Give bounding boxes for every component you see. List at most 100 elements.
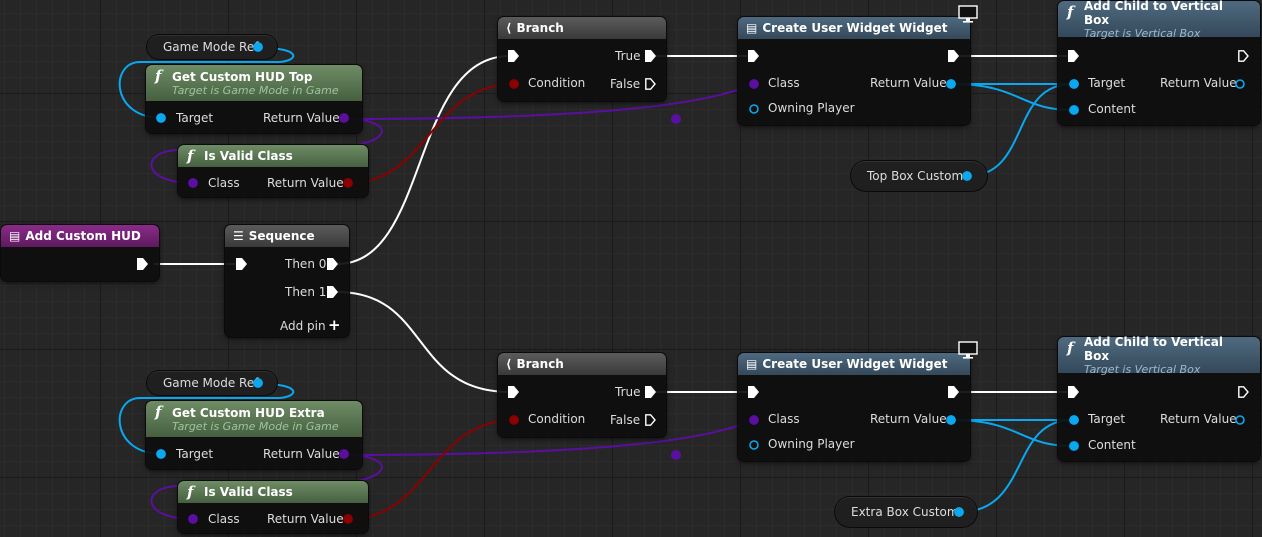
then-0-label: Then 0 [285, 257, 327, 271]
exec-out-pin-icon[interactable] [1238, 50, 1249, 62]
exec-in-pin-icon[interactable] [508, 386, 519, 398]
return-value-label: Return Value [263, 447, 340, 461]
exec-false-pin-icon[interactable] [645, 414, 656, 426]
extra-box-custom-node[interactable]: Extra Box Custom [835, 497, 977, 527]
class-label: Class [208, 512, 240, 526]
node-title: Branch [516, 357, 564, 371]
monitor-icon [958, 5, 978, 23]
function-icon: f [155, 403, 162, 421]
then-1-label: Then 1 [285, 285, 327, 299]
create-user-widget-node-top[interactable]: ▤ Create User Widget Widget Class Return… [738, 17, 970, 125]
return-object-pin-icon[interactable] [946, 79, 956, 89]
condition-label: Condition [528, 76, 586, 90]
create-user-widget-node-bottom[interactable]: ▤ Create User Widget Widget Class Return… [738, 353, 970, 461]
is-valid-class-node-bottom[interactable]: f Is Valid Class Class Return Value [178, 481, 368, 533]
get-custom-hud-top-node[interactable]: f Get Custom HUD Top Target is Game Mode… [146, 65, 362, 133]
object-pin-icon[interactable] [962, 171, 972, 181]
class-label: Class [768, 412, 800, 426]
target-pin-icon[interactable] [156, 449, 166, 459]
wire-create-ret-content-bottom [951, 419, 1073, 447]
owning-player-pin-icon[interactable] [749, 104, 759, 114]
target-label: Target [1088, 412, 1126, 426]
wire-create-ret-content-top [951, 83, 1073, 111]
function-icon: f [1067, 339, 1074, 357]
branch-node-top[interactable]: ⟨ Branch True Condition False [498, 17, 666, 101]
condition-pin-icon[interactable] [509, 415, 519, 425]
exec-in-pin-icon[interactable] [508, 50, 519, 62]
game-mode-ref-node-top[interactable]: Game Mode Ref [147, 35, 277, 59]
add-icon[interactable]: + [328, 316, 341, 334]
exec-false-pin-icon[interactable] [645, 78, 656, 90]
target-pin-icon[interactable] [156, 113, 166, 123]
sequence-icon: ☰ [233, 229, 244, 243]
return-value-label: Return Value [1160, 412, 1237, 426]
class-pin-icon[interactable] [188, 514, 198, 524]
object-pin-icon[interactable] [253, 42, 263, 52]
class-pin-icon[interactable] [749, 415, 759, 425]
exec-then0-pin-icon[interactable] [327, 258, 338, 270]
exec-in-pin-icon[interactable] [748, 50, 759, 62]
node-subtitle: Target is Game Mode in Game [172, 419, 339, 433]
exec-out-pin-icon[interactable] [948, 50, 959, 62]
add-custom-hud-event-node[interactable]: ▤ Add Custom HUD [1, 225, 159, 281]
owning-player-label: Owning Player [768, 437, 855, 451]
content-pin-icon[interactable] [1069, 441, 1079, 451]
object-pin-icon[interactable] [253, 378, 263, 388]
class-pin-icon[interactable] [188, 178, 198, 188]
branch-node-bottom[interactable]: ⟨ Branch True Condition False [498, 353, 666, 437]
add-child-vertical-box-node-bottom[interactable]: f Add Child to Vertical Box Target is Ve… [1058, 334, 1260, 461]
content-label: Content [1088, 102, 1136, 116]
exec-true-pin-icon[interactable] [645, 386, 656, 398]
target-pin-icon[interactable] [1069, 79, 1079, 89]
target-pin-icon[interactable] [1069, 415, 1079, 425]
exec-out-pin-icon[interactable] [1238, 386, 1249, 398]
true-label: True [615, 385, 641, 399]
condition-label: Condition [528, 412, 586, 426]
exec-in-pin-icon[interactable] [748, 386, 759, 398]
top-box-custom-node[interactable]: Top Box Custom [851, 161, 987, 191]
return-value-pin-icon[interactable] [1235, 415, 1245, 425]
node-title: Add Child to Vertical Box [1084, 334, 1224, 363]
owning-player-pin-icon[interactable] [749, 440, 759, 450]
object-pin-icon[interactable] [954, 507, 964, 517]
return-class-pin-icon[interactable] [339, 113, 349, 123]
exec-in-pin-icon[interactable] [1068, 386, 1079, 398]
game-mode-ref-label: Game Mode Ref [163, 40, 259, 54]
return-value-label: Return Value [263, 111, 340, 125]
bool-pin-icon[interactable] [343, 514, 353, 524]
variable-label: Top Box Custom [867, 169, 964, 183]
target-label: Target [176, 111, 214, 125]
exec-in-pin-icon[interactable] [236, 258, 247, 270]
false-label: False [610, 413, 641, 427]
node-title: Create User Widget Widget [762, 21, 948, 35]
exec-out-pin-icon[interactable] [948, 386, 959, 398]
wire-topbox-target [967, 83, 1073, 177]
get-custom-hud-extra-node[interactable]: f Get Custom HUD Extra Target is Game Mo… [146, 401, 362, 469]
content-pin-icon[interactable] [1069, 105, 1079, 115]
node-title: Is Valid Class [204, 485, 293, 499]
bool-pin-icon[interactable] [343, 178, 353, 188]
class-pin-icon[interactable] [749, 79, 759, 89]
function-icon: f [187, 147, 194, 165]
content-label: Content [1088, 438, 1136, 452]
branch-icon: ⟨ [506, 357, 512, 371]
condition-pin-icon[interactable] [509, 79, 519, 89]
return-class-pin-icon[interactable] [339, 449, 349, 459]
is-valid-class-node-top[interactable]: f Is Valid Class Class Return Value [178, 145, 368, 197]
function-icon: f [187, 483, 194, 501]
add-pin-button[interactable]: Add pin [280, 319, 326, 333]
exec-in-pin-icon[interactable] [1068, 50, 1079, 62]
target-label: Target [176, 447, 214, 461]
return-value-pin-icon[interactable] [1235, 79, 1245, 89]
exec-then1-pin-icon[interactable] [327, 286, 338, 298]
exec-out-pin-icon[interactable] [137, 258, 148, 270]
return-object-pin-icon[interactable] [946, 415, 956, 425]
game-mode-ref-node-bottom[interactable]: Game Mode Ref [147, 371, 277, 395]
sequence-node[interactable]: ☰ Sequence Then 0 Then 1 Add pin + [225, 225, 349, 337]
node-title: Is Valid Class [204, 149, 293, 163]
add-child-vertical-box-node-top[interactable]: f Add Child to Vertical Box Target is Ve… [1058, 0, 1260, 125]
exec-true-pin-icon[interactable] [645, 50, 656, 62]
node-subtitle: Target is Vertical Box [1084, 362, 1201, 376]
true-label: True [615, 49, 641, 63]
node-subtitle: Target is Game Mode in Game [172, 83, 339, 97]
